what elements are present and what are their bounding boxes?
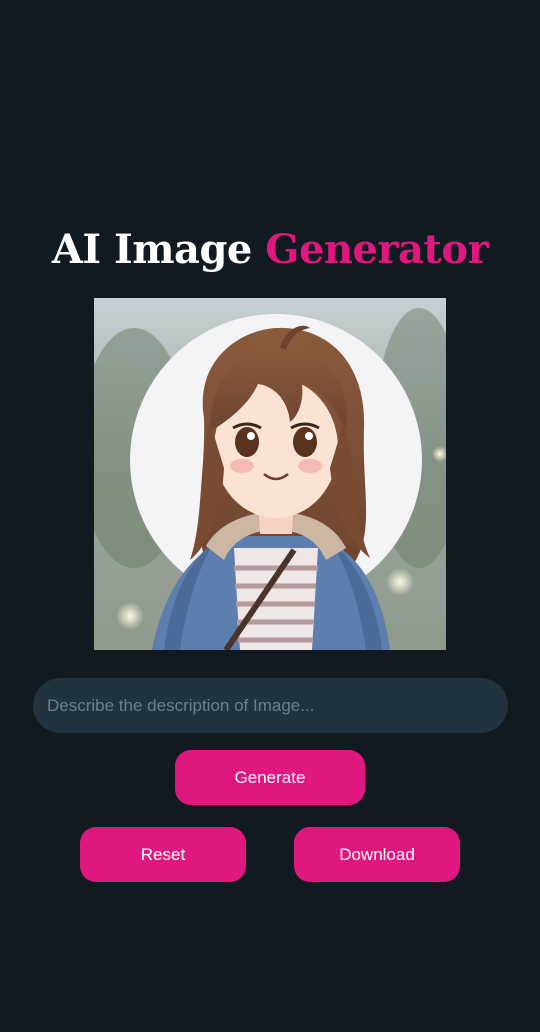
generated-image [94, 298, 446, 650]
generated-image-art [94, 298, 446, 650]
app-screen: AI Image Generator Describe the descript… [0, 0, 540, 1032]
title-accent: Generator [265, 226, 489, 273]
page-title: AI Image Generator [0, 226, 540, 273]
generate-button[interactable]: Generate [175, 750, 365, 805]
prompt-input[interactable] [33, 678, 508, 733]
title-main: AI Image [51, 226, 253, 273]
download-button[interactable]: Download [294, 827, 460, 882]
reset-button[interactable]: Reset [80, 827, 246, 882]
